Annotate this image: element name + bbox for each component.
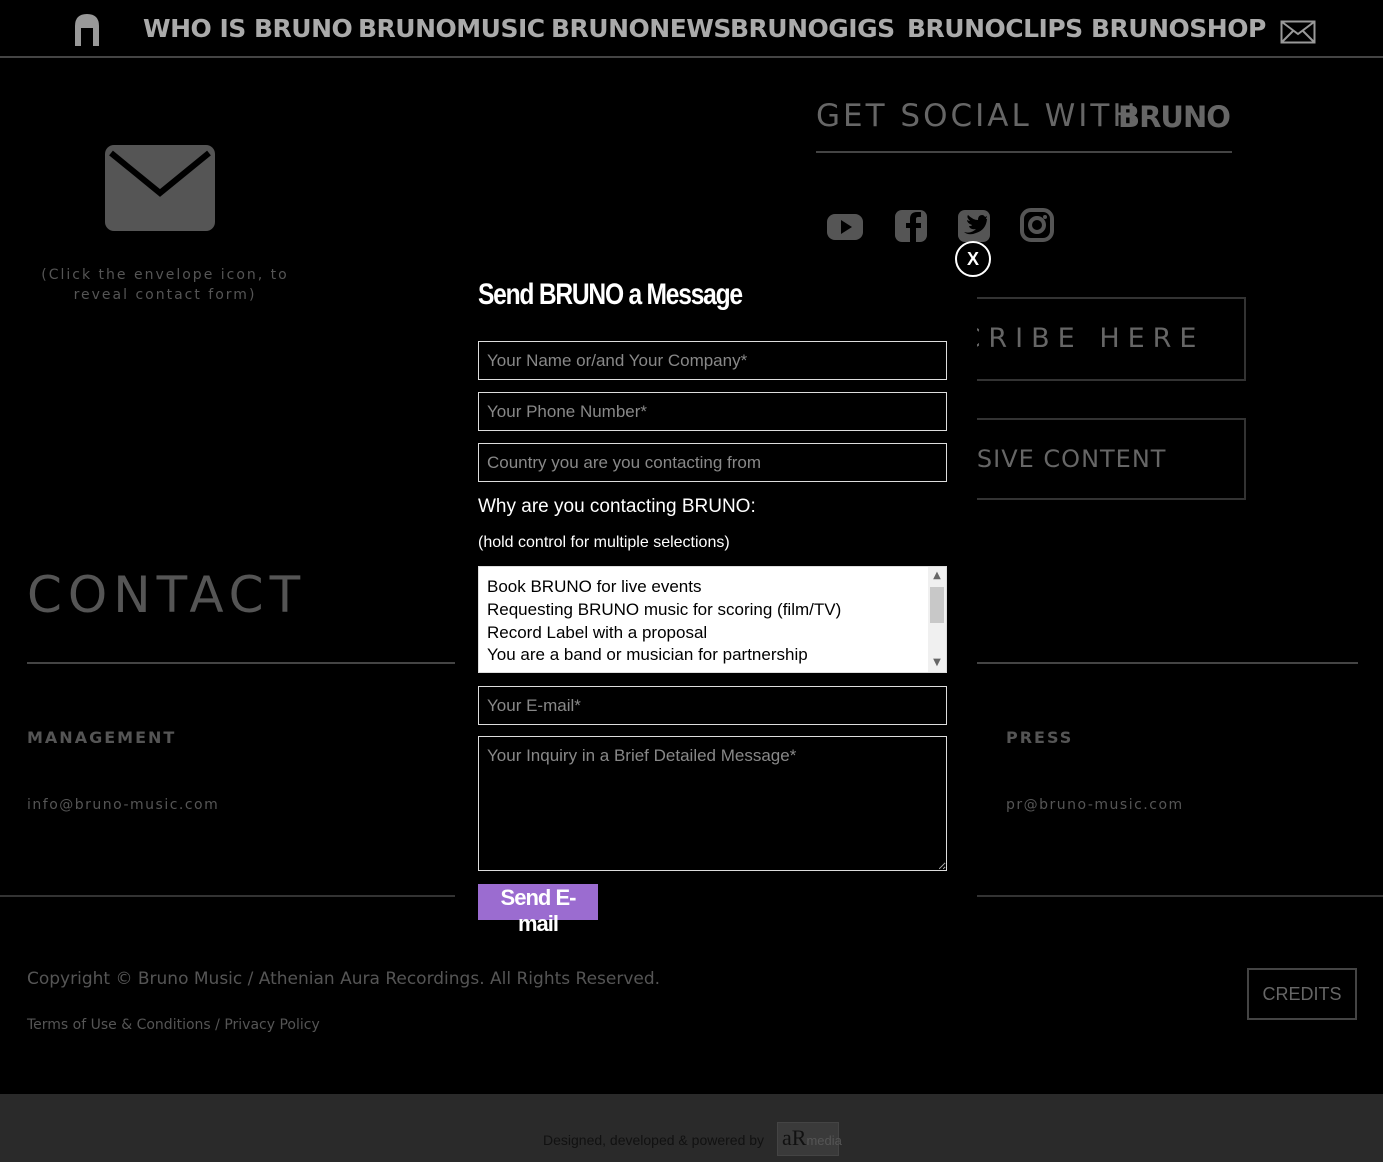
press-label: PRESS — [1006, 728, 1074, 747]
armedia-logo-mark: aR — [782, 1125, 807, 1150]
social-brand-logo: BRUNO — [1118, 100, 1231, 134]
divider — [816, 151, 1232, 153]
nav-item-brunogigs[interactable]: BRUNOGIGS — [730, 14, 895, 43]
country-input[interactable] — [478, 443, 947, 482]
mail-icon[interactable] — [1280, 20, 1316, 44]
reason-option[interactable]: Book BRUNO for live events — [487, 577, 701, 597]
reason-option[interactable]: Requesting BRUNO music for scoring (film… — [487, 600, 841, 620]
armedia-logo-text: media — [806, 1133, 842, 1148]
scrollbar[interactable]: ▲ ▼ — [928, 567, 946, 672]
press-email-link[interactable]: pr@bruno-music.com — [1006, 797, 1184, 813]
nav-item-brunoclips[interactable]: BRUNOCLIPS — [907, 14, 1083, 43]
nav-item-who-is-bruno[interactable]: WHO IS BRUNO — [143, 14, 353, 43]
nav-item-brunoshop[interactable]: BRUNOSHOP — [1091, 14, 1266, 43]
footer-links: Terms of Use & Conditions / Privacy Poli… — [27, 1017, 320, 1033]
armedia-logo[interactable]: aRmedia — [777, 1122, 842, 1156]
modal-title: Send BRUNO a Message — [478, 278, 743, 311]
message-textarea[interactable] — [478, 736, 947, 871]
instagram-icon[interactable] — [1018, 208, 1056, 244]
privacy-link[interactable]: Privacy Policy — [224, 1017, 319, 1033]
phone-input[interactable] — [478, 392, 947, 431]
reason-label: Why are you contacting BRUNO: — [478, 496, 756, 517]
powered-by-text: Designed, developed & powered by — [543, 1132, 765, 1148]
management-label: MANAGEMENT — [27, 728, 177, 747]
bottom-bar — [0, 1094, 1383, 1162]
email-input[interactable] — [478, 686, 947, 725]
nav-item-brunomusic[interactable]: BRUNOMUSIC — [358, 14, 545, 43]
reason-multiselect[interactable]: Book BRUNO for live events Requesting BR… — [478, 566, 947, 673]
chevron-up-icon[interactable]: ▲ — [931, 570, 943, 582]
reason-hint: (hold control for multiple selections) — [478, 534, 730, 551]
link-separator: / — [210, 1017, 225, 1033]
send-email-button[interactable]: Send E-mail — [478, 884, 598, 936]
terms-link[interactable]: Terms of Use & Conditions — [27, 1017, 211, 1033]
twitter-icon[interactable] — [955, 208, 993, 244]
credits-button[interactable]: CREDITS — [1247, 968, 1357, 1020]
youtube-icon[interactable] — [826, 208, 864, 244]
envelope-icon[interactable] — [105, 145, 215, 231]
name-input[interactable] — [478, 341, 947, 380]
envelope-hint: (Click the envelope icon, to reveal cont… — [41, 267, 289, 303]
facebook-icon[interactable] — [892, 208, 930, 244]
reason-option[interactable]: Record Label with a proposal — [487, 623, 707, 643]
social-title: GET SOCIAL WITH — [816, 98, 1139, 134]
scroll-thumb[interactable] — [930, 587, 944, 623]
copyright-text: Copyright © Bruno Music / Athenian Aura … — [27, 969, 661, 989]
management-email-link[interactable]: info@bruno-music.com — [27, 797, 219, 813]
reason-option[interactable]: You are a band or musician for partnersh… — [487, 645, 808, 665]
nav-item-brunonews[interactable]: BRUNONEWS — [551, 14, 731, 43]
contact-heading: CONTACT — [27, 566, 307, 624]
top-nav: WHO IS BRUNO BRUNOMUSIC BRUNONEWS BRUNOG… — [0, 0, 1383, 58]
close-modal-button[interactable]: X — [955, 241, 991, 277]
bruno-logo-icon[interactable] — [72, 12, 102, 48]
chevron-down-icon[interactable]: ▼ — [931, 657, 943, 669]
